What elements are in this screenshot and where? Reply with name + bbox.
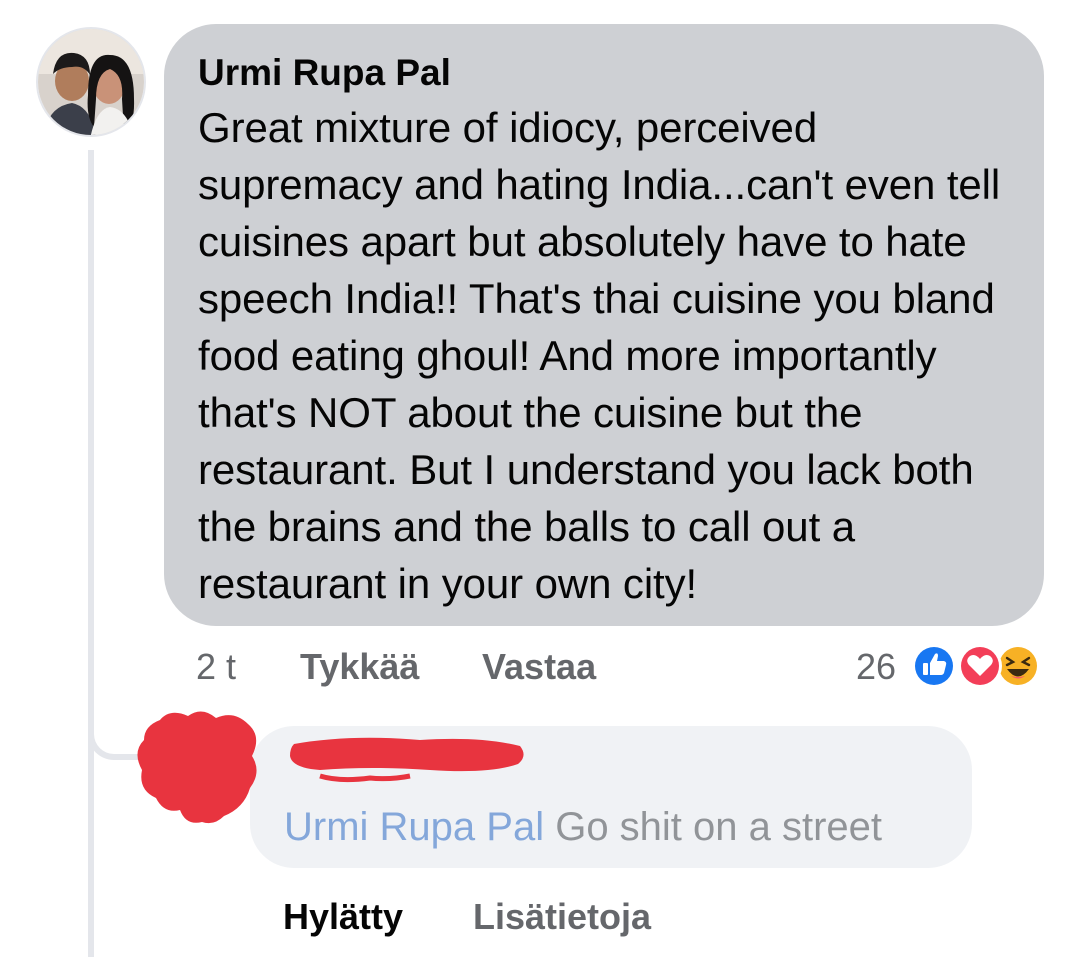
reaction-icons[interactable]: [910, 640, 1050, 692]
like-button[interactable]: Tykkää: [300, 645, 419, 689]
love-icon: [958, 644, 1002, 688]
reply-body: Go shit on a street: [555, 805, 883, 849]
redacted-name: [290, 737, 524, 783]
comment-text: Great mixture of idiocy, perceived supre…: [198, 104, 1001, 607]
reaction-count[interactable]: 26: [856, 645, 896, 689]
comment-author[interactable]: Urmi Rupa Pal: [198, 50, 1014, 96]
reply-text: Urmi Rupa Pal Go shit on a street: [284, 801, 882, 853]
rejected-status: Hylätty: [283, 896, 404, 937]
like-icon: [912, 644, 956, 688]
mention-link[interactable]: Urmi Rupa Pal: [284, 805, 544, 849]
haha-icon: [996, 644, 1040, 688]
avatar[interactable]: [36, 27, 146, 137]
comment-timestamp[interactable]: 2 t: [196, 645, 236, 689]
redacted-avatar: [137, 711, 257, 824]
more-info-link[interactable]: Lisätietoja: [473, 895, 651, 939]
thread-line: [88, 150, 94, 957]
reply-button[interactable]: Vastaa: [482, 645, 596, 689]
avatar-photo: [38, 29, 144, 135]
comment-bubble: Urmi Rupa Pal Great mixture of idiocy, p…: [164, 24, 1044, 626]
